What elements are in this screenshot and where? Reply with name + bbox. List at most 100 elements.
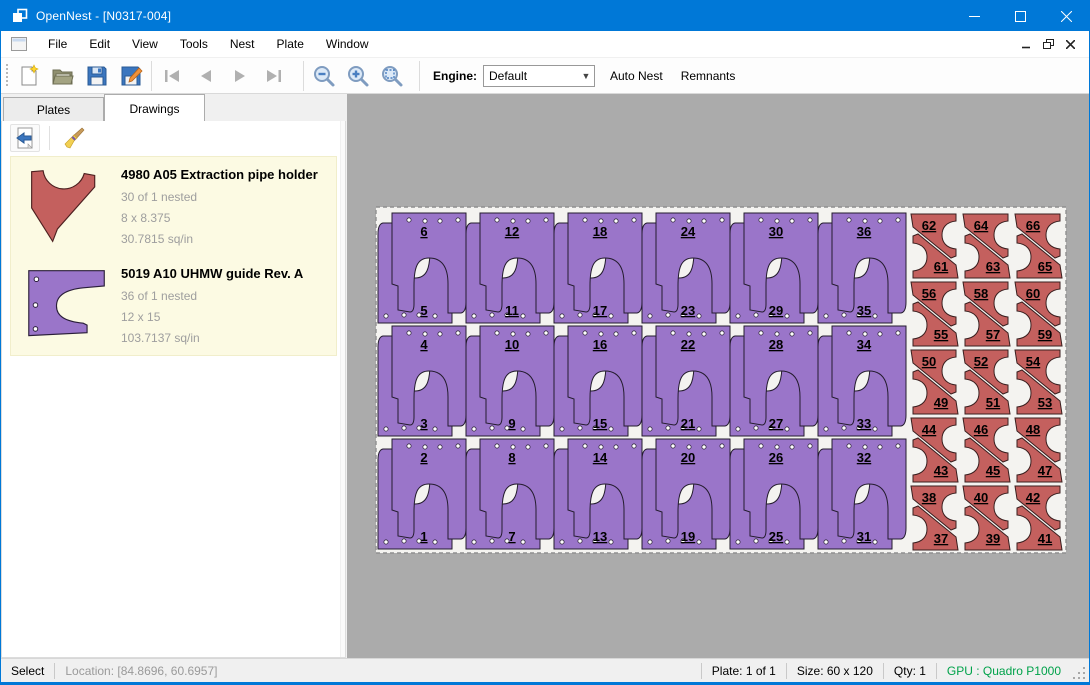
hole (632, 331, 636, 335)
part-number: 53 (1038, 395, 1052, 410)
hole (847, 331, 851, 335)
mdi-minimize-icon[interactable] (1015, 34, 1037, 54)
hole (702, 445, 706, 449)
maximize-button[interactable] (997, 1, 1043, 31)
minimize-button[interactable] (951, 1, 997, 31)
menu-item-plate[interactable]: Plate (266, 32, 315, 56)
nest-canvas[interactable]: 6512111817242330293635431091615222128273… (347, 94, 1089, 658)
panel-scrollbar[interactable] (340, 121, 345, 657)
engine-select[interactable]: Default ▼ (483, 65, 595, 87)
plate-view[interactable]: 6512111817242330293635431091615222128273… (375, 206, 1067, 554)
hole (671, 331, 675, 335)
hole (438, 445, 442, 449)
hole (863, 219, 867, 223)
hole (847, 444, 851, 448)
part-number: 28 (769, 337, 783, 352)
part-number: 33 (857, 416, 871, 431)
first-plate-button[interactable] (155, 61, 189, 91)
zoom-in-button[interactable] (341, 61, 375, 91)
resize-grip[interactable] (1073, 667, 1087, 681)
drawing-title: 4980 A05 Extraction pipe holder (121, 167, 318, 182)
last-plate-button[interactable] (257, 61, 291, 91)
first-arrow-icon (161, 65, 183, 87)
window-title: OpenNest - [N0317-004] (36, 9, 171, 23)
auto-nest-button[interactable]: Auto Nest (601, 63, 672, 89)
hole (578, 539, 582, 543)
status-size: Size: 60 x 120 (787, 663, 883, 679)
part-number: 38 (922, 490, 936, 505)
part-number: 24 (681, 224, 696, 239)
hole (433, 427, 437, 431)
hole (456, 218, 460, 222)
hole (407, 444, 411, 448)
hole (423, 445, 427, 449)
document-arrow-icon (14, 127, 36, 149)
hole (433, 540, 437, 544)
menu-item-nest[interactable]: Nest (219, 32, 266, 56)
hole (423, 332, 427, 336)
hole (666, 426, 670, 430)
part-number: 35 (857, 303, 871, 318)
hole (614, 332, 618, 336)
menu-item-tools[interactable]: Tools (169, 32, 219, 56)
part-number: 4 (420, 337, 428, 352)
hole (521, 314, 525, 318)
hole (384, 427, 388, 431)
part-number: 8 (508, 450, 515, 465)
new-button[interactable] (12, 61, 46, 91)
toolbar-grip[interactable] (6, 64, 8, 88)
zoom-out-button[interactable] (307, 61, 341, 91)
part-number: 42 (1026, 490, 1040, 505)
drawing-item-4980[interactable]: 4980 A05 Extraction pipe holder 30 of 1 … (11, 157, 336, 256)
part-number: 14 (593, 450, 608, 465)
zoom-out-icon (312, 64, 336, 88)
menu-item-window[interactable]: Window (315, 32, 380, 56)
hole (759, 331, 763, 335)
part-number: 1 (420, 529, 427, 544)
mdi-close-icon[interactable] (1059, 34, 1081, 54)
mdi-document-icon[interactable] (11, 37, 27, 51)
new-document-icon (17, 64, 41, 88)
hole (511, 445, 515, 449)
next-plate-button[interactable] (223, 61, 257, 91)
hole (754, 426, 758, 430)
part-number: 55 (934, 327, 948, 342)
remnants-button[interactable]: Remnants (672, 63, 745, 89)
save-icon (85, 64, 109, 88)
previous-plate-button[interactable] (189, 61, 223, 91)
drawing-area: 103.7137 sq/in (121, 328, 303, 349)
close-button[interactable] (1043, 1, 1089, 31)
hole (785, 314, 789, 318)
hole (544, 218, 548, 222)
menu-item-view[interactable]: View (121, 32, 169, 56)
tab-plates[interactable]: Plates (3, 97, 104, 121)
last-arrow-icon (263, 65, 285, 87)
part-number: 37 (934, 531, 948, 546)
menu-item-edit[interactable]: Edit (78, 32, 121, 56)
open-button[interactable] (46, 61, 80, 91)
drawing-item-5019[interactable]: 5019 A10 UHMW guide Rev. A 36 of 1 neste… (11, 256, 336, 355)
save-button[interactable] (80, 61, 114, 91)
part-number: 27 (769, 416, 783, 431)
tab-drawings[interactable]: Drawings (104, 94, 205, 121)
hole (632, 444, 636, 448)
menu-item-file[interactable]: File (37, 32, 78, 56)
import-drawing-button[interactable] (10, 124, 40, 152)
hole (456, 444, 460, 448)
save-as-button[interactable] (114, 61, 148, 91)
drawing-nested-count: 30 of 1 nested (121, 187, 318, 208)
mdi-restore-icon[interactable] (1037, 34, 1059, 54)
drawing-area: 30.7815 sq/in (121, 229, 318, 250)
part-shape-purple (29, 270, 104, 335)
part-number: 23 (681, 303, 695, 318)
part-number: 26 (769, 450, 783, 465)
hole (878, 219, 882, 223)
clear-drawings-button[interactable] (59, 124, 89, 152)
zoom-fit-button[interactable] (375, 61, 409, 91)
status-plate: Plate: 1 of 1 (702, 663, 786, 679)
part-number: 25 (769, 529, 783, 544)
part-number: 44 (922, 422, 937, 437)
hole (609, 314, 613, 318)
status-qty: Qty: 1 (884, 663, 936, 679)
engine-label: Engine: (433, 69, 477, 83)
